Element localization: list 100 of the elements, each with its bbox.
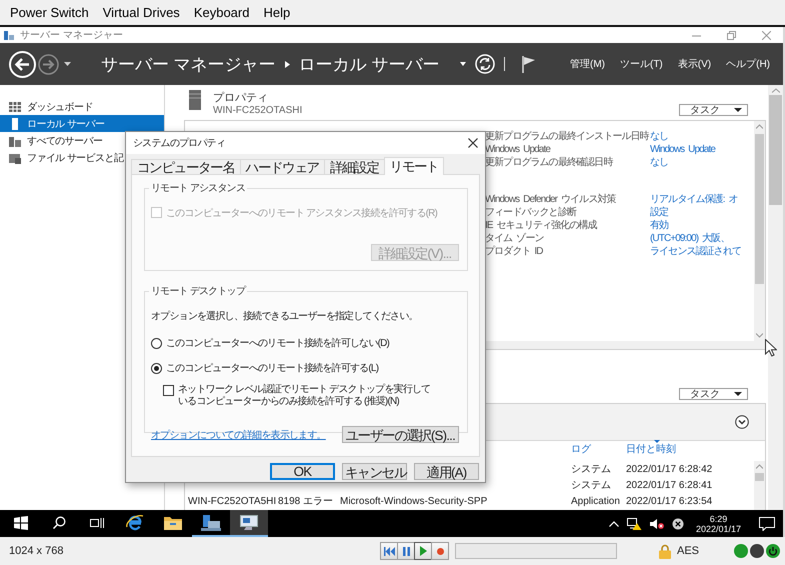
breadcrumb-item[interactable]: サーバー マネージャー <box>101 52 276 76</box>
property-label: タイム ゾーン <box>485 232 544 245</box>
checkbox[interactable] <box>163 385 174 396</box>
radio-button[interactable] <box>151 362 162 374</box>
browser-icon <box>126 514 144 531</box>
tab[interactable]: リモート <box>384 157 444 175</box>
table-cell-text: エラー <box>303 495 334 509</box>
mouse-pointer-icon <box>765 339 777 357</box>
menu-item[interactable]: Help <box>257 3 296 22</box>
table-cell-text: 2022/01/17 6:23:54 <box>626 495 714 509</box>
column-header[interactable]: ログ <box>571 442 626 458</box>
property-value[interactable]: Windows Update <box>650 143 715 156</box>
property-label: 更新プログラムの最終確認日時 <box>485 156 614 169</box>
group-title: リモート アシスタンス <box>150 182 246 195</box>
search-icon <box>52 516 66 529</box>
table-cell-text: 8198 <box>278 495 302 509</box>
server-icon <box>201 514 221 530</box>
scrollbar-thumb[interactable] <box>755 473 764 481</box>
sidebar-item[interactable]: ダッシュボード <box>0 98 164 115</box>
record-button[interactable] <box>431 542 449 560</box>
radio-label[interactable]: このコンピューターへのリモート接続を許可する(L) <box>166 361 378 375</box>
menu-item[interactable]: 管理(M) <box>566 57 608 71</box>
radio-label[interactable]: このコンピューターへのリモート接続を許可しない(D) <box>166 336 390 350</box>
task-view-icon <box>90 516 104 528</box>
restore-icon[interactable] <box>727 30 736 40</box>
scrollbar-thumb[interactable] <box>769 95 782 205</box>
property-value[interactable]: なし <box>650 156 668 169</box>
triangle-icon <box>284 60 290 68</box>
property-label: フィードバックと診断 <box>485 206 578 219</box>
flag-icon[interactable] <box>522 56 536 72</box>
property-label: 更新プログラムの最終インストール日時 <box>485 130 650 143</box>
windows-logo-icon <box>14 516 28 530</box>
property-value[interactable]: 有効 <box>650 219 668 232</box>
close-icon[interactable] <box>468 138 478 148</box>
play-icon <box>420 546 426 556</box>
taskbar-button[interactable] <box>230 510 268 537</box>
help-link[interactable]: オプションについての詳細を表示します。 <box>151 428 326 442</box>
clock-time[interactable]: 6:29 <box>710 514 728 524</box>
property-value[interactable]: なし <box>650 130 668 143</box>
section-title: プロパティ <box>213 90 269 105</box>
tab[interactable]: ハードウェア <box>240 159 325 174</box>
server-icon <box>9 118 21 130</box>
group-title: リモート デスクトップ <box>150 284 247 298</box>
back-icon[interactable] <box>9 50 36 78</box>
play-button[interactable] <box>414 542 432 560</box>
folder-icon <box>9 152 21 164</box>
rewind-icon <box>384 546 394 556</box>
caret-icon[interactable] <box>460 62 466 66</box>
clock-date[interactable]: 2022/01/17 <box>696 524 741 534</box>
menu-item[interactable]: Virtual Drives <box>96 3 186 22</box>
breadcrumb-item[interactable]: ローカル サーバー <box>298 52 440 76</box>
screen-resolution: 1024 x 768 <box>9 545 64 557</box>
forward-icon[interactable] <box>38 54 59 74</box>
tab[interactable]: 詳細設定 <box>324 159 385 174</box>
radio-button[interactable] <box>151 338 162 348</box>
rewind-button[interactable] <box>380 542 398 560</box>
menu-item[interactable]: Keyboard <box>188 3 256 22</box>
tab[interactable]: コンピューター名 <box>131 159 241 174</box>
property-value[interactable]: 設定 <box>650 206 668 219</box>
property-value[interactable]: リアルタイム保護: オ <box>650 193 738 206</box>
property-label: IE セキュリティ強化の構成 <box>485 219 598 232</box>
refresh-icon[interactable] <box>474 54 495 74</box>
grid-icon <box>9 100 21 112</box>
chevron-up-icon[interactable] <box>608 520 619 526</box>
dialog-title: システムのプロパティ <box>133 136 226 150</box>
caret-icon[interactable] <box>64 62 71 66</box>
tasks-button[interactable]: タスク <box>679 388 748 400</box>
menu-item[interactable]: Power Switch <box>4 3 95 22</box>
tasks-button[interactable]: タスク <box>679 104 748 116</box>
pause-icon <box>402 546 410 556</box>
collapse-icon[interactable] <box>735 415 749 429</box>
dialog-button[interactable]: キャンセル <box>342 463 407 480</box>
property-value[interactable]: (UTC+09:00) 大阪、 <box>650 232 730 245</box>
table-cell-text: WIN-FC252OTA5HI <box>188 495 278 509</box>
menu-item[interactable]: ツール(T) <box>616 57 666 71</box>
server-icon <box>189 90 201 110</box>
dialog-button[interactable]: 適用(A) <box>414 463 479 480</box>
menu-item[interactable]: ヘルプ(H) <box>723 57 773 71</box>
table-cell-text: システム <box>571 463 612 477</box>
scrollbar-thumb[interactable] <box>755 134 764 284</box>
select-users-button[interactable]: ユーザーの選択(S)... <box>342 426 459 443</box>
property-label: プロダクト ID <box>485 245 544 258</box>
server-name: WIN-FC252OTASHI <box>213 105 302 116</box>
padlock-icon <box>659 544 671 558</box>
close-circle-icon[interactable] <box>672 518 684 530</box>
sidebar-item[interactable]: ローカル サーバー <box>0 115 164 132</box>
speaker-muted-icon[interactable] <box>650 518 664 530</box>
column-header[interactable]: 日付と時刻 <box>626 442 754 458</box>
dialog-button[interactable]: OK <box>270 463 335 480</box>
menu-item[interactable]: 表示(V) <box>674 57 714 71</box>
window-title: サーバー マネージャー <box>20 29 123 42</box>
property-label: Windows Defender ウイルス対策 <box>485 193 617 206</box>
table-cell-text: Microsoft-Windows-Security-SPP <box>340 495 488 509</box>
server-manager-icon <box>3 30 15 40</box>
notification-icon[interactable] <box>759 516 775 530</box>
property-value[interactable]: ライセンス認証されて <box>650 245 742 258</box>
pause-button[interactable] <box>397 542 415 560</box>
checkbox-label[interactable]: ネットワーク レベル認証でリモート デスクトップを実行しているコンピューターからのみ接続を許可する (推奨)(N) <box>178 384 439 408</box>
table-cell-text: 2022/01/17 6:28:41 <box>626 479 714 493</box>
network-warning-icon[interactable] <box>626 518 642 530</box>
